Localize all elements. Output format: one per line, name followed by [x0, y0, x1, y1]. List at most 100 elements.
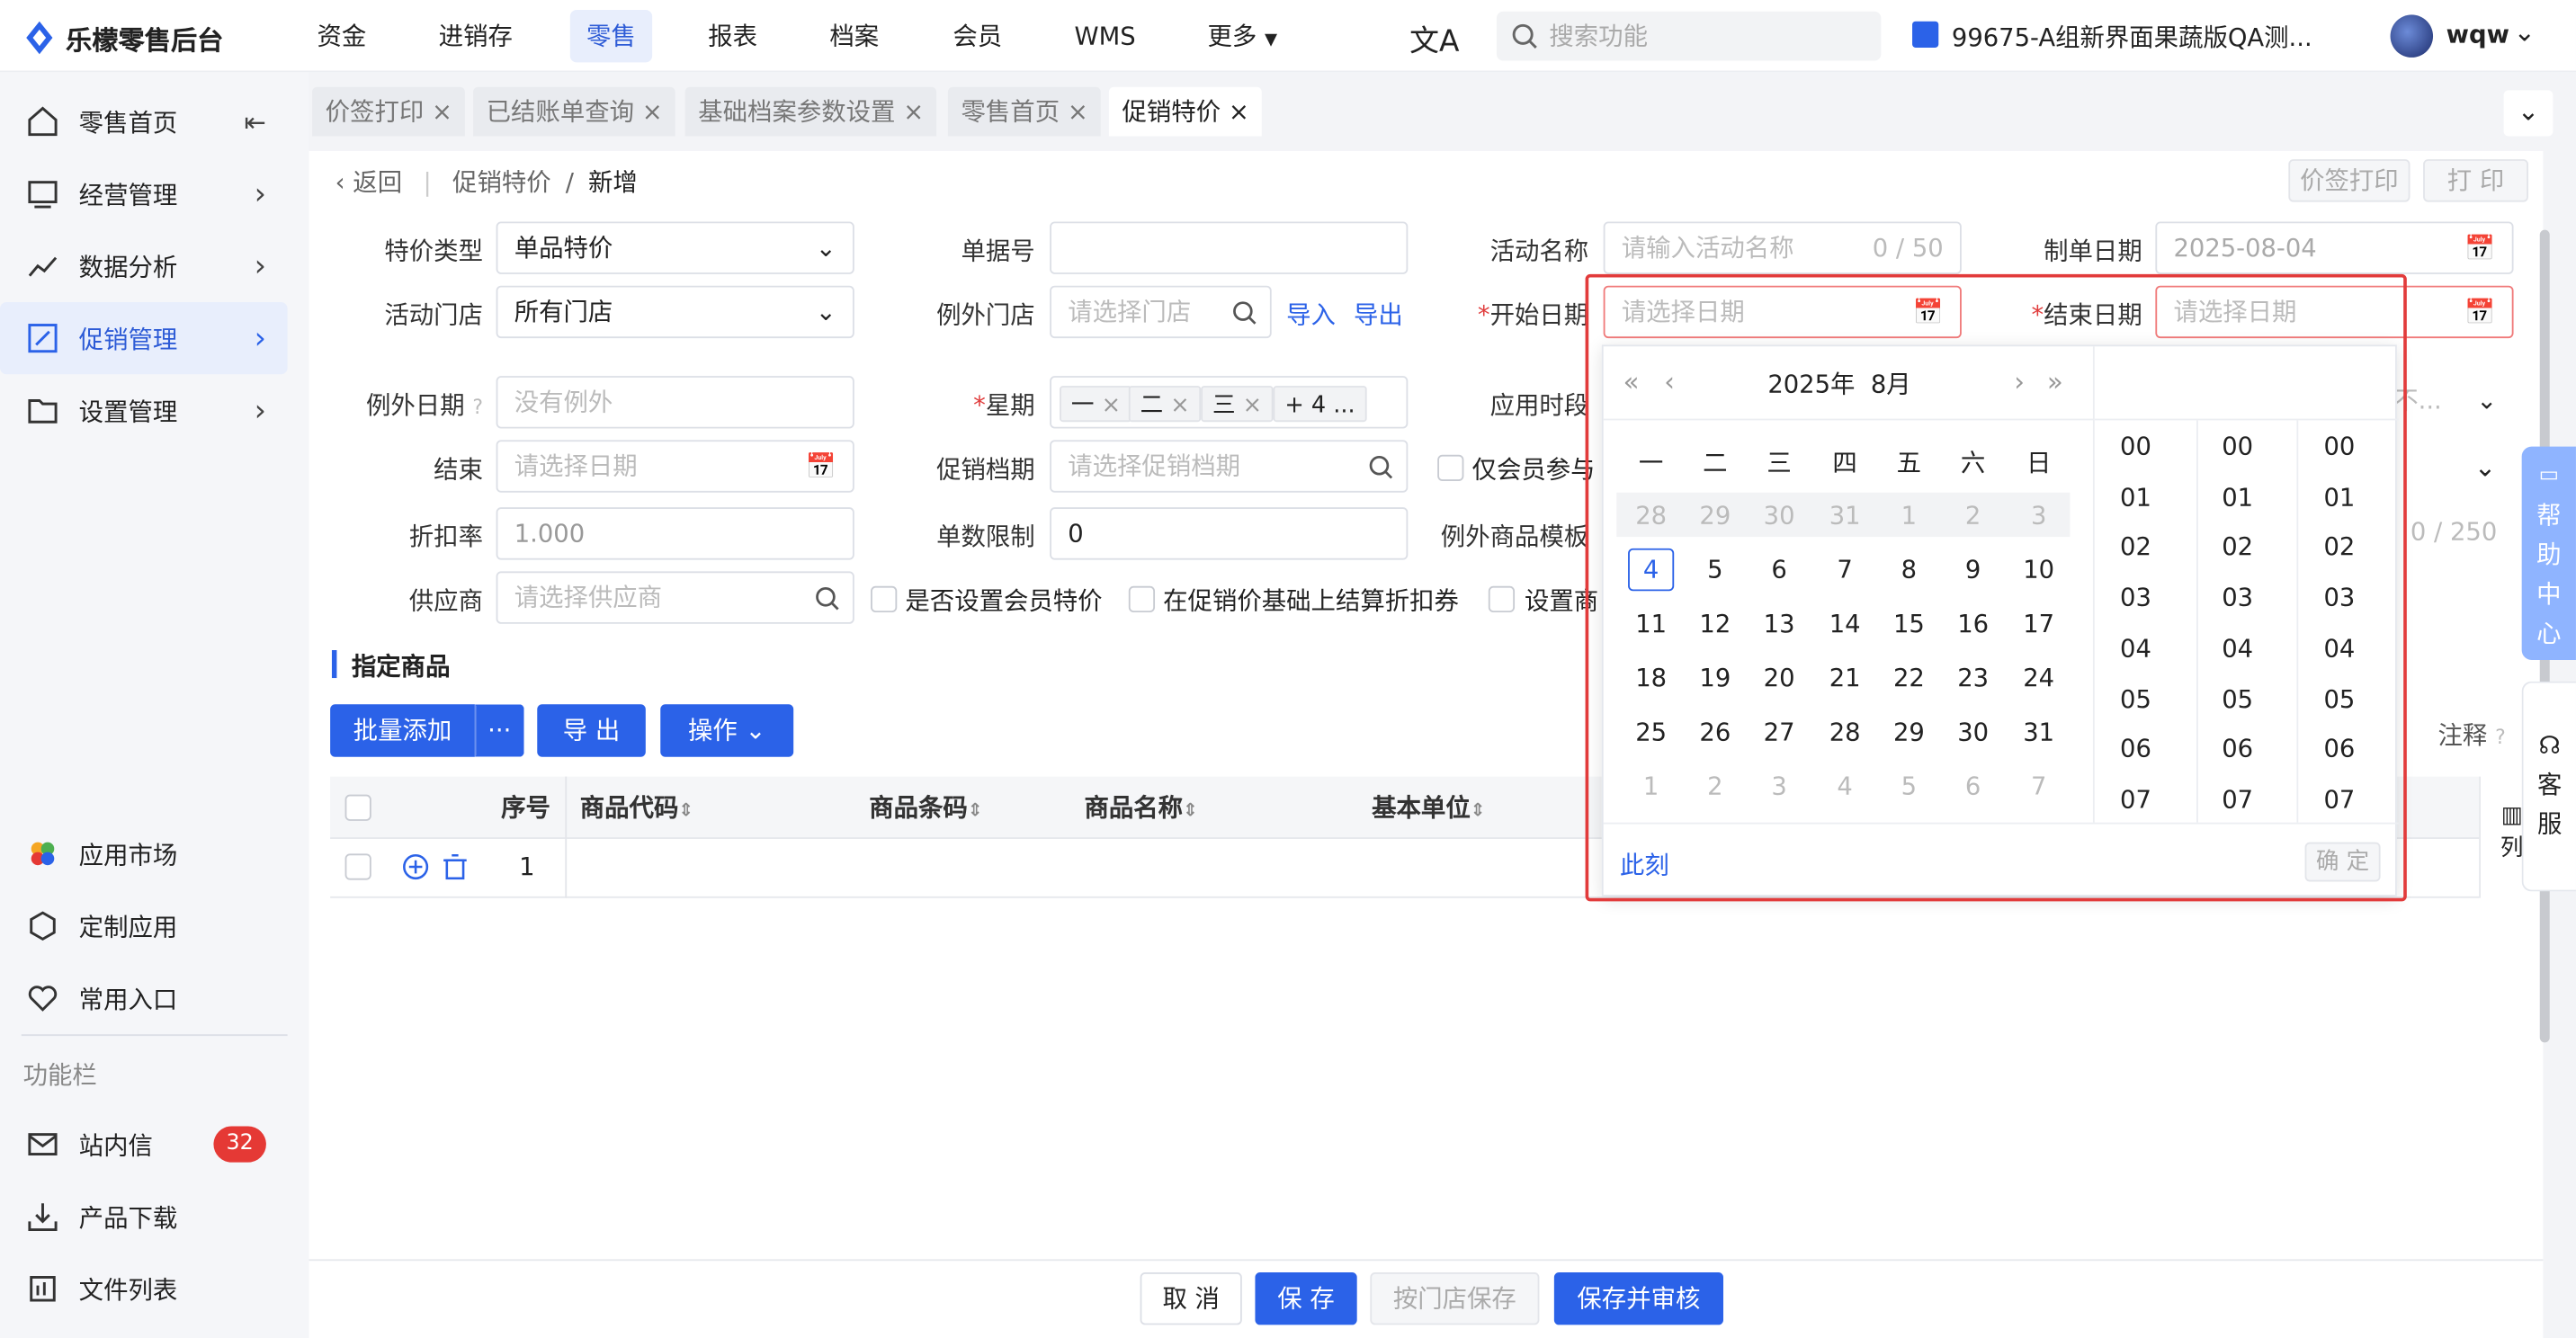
close-icon[interactable]: ×	[432, 97, 452, 127]
prev-month-icon[interactable]: ‹	[1664, 366, 1675, 397]
import-link[interactable]: 导入	[1286, 297, 1336, 331]
back-link[interactable]: 返回	[353, 167, 402, 197]
picker-month-title[interactable]: 2025年 8月	[1767, 366, 1910, 400]
nav-inventory[interactable]: 进销存	[422, 10, 529, 62]
breadcrumb-parent[interactable]: 促销特价	[452, 167, 551, 197]
calendar-day[interactable]: 4	[1628, 548, 1675, 592]
weekday-tag[interactable]: 二 ×	[1128, 386, 1202, 423]
calendar-day[interactable]: 6	[1950, 765, 1996, 807]
minute-option[interactable]: 04	[2196, 633, 2278, 663]
hour-option[interactable]: 01	[2095, 482, 2177, 512]
tab-basic-params[interactable]: 基础档案参数设置 ×	[684, 86, 937, 137]
export-button[interactable]: 导 出	[537, 704, 646, 757]
calendar-day[interactable]: 28	[1628, 495, 1674, 537]
weekday-tag[interactable]: 一 ×	[1060, 386, 1132, 423]
save-audit-button[interactable]: 保存并审核	[1553, 1271, 1723, 1325]
calendar-day[interactable]: 26	[1692, 711, 1738, 754]
calendar-day[interactable]: 24	[2016, 656, 2062, 699]
calendar-day[interactable]: 27	[1757, 711, 1802, 754]
calendar-day[interactable]: 4	[1822, 765, 1868, 807]
member-price-checkbox[interactable]	[871, 585, 898, 613]
calendar-day[interactable]: 16	[1950, 602, 1996, 645]
close-icon[interactable]: ×	[1102, 392, 1121, 418]
type-select[interactable]: 单品特价 ⌄	[496, 221, 854, 274]
sidebar-item-app-market[interactable]: 应用市场	[0, 817, 309, 889]
except-store-input[interactable]: 请选择门店	[1050, 285, 1272, 339]
minute-option[interactable]: 02	[2196, 532, 2278, 562]
column-header-barcode[interactable]: 商品条码⇕	[869, 777, 982, 839]
sidebar-item-promotions[interactable]: 促销管理 ›	[0, 301, 288, 375]
calendar-day[interactable]: 11	[1628, 602, 1674, 645]
calendar-day[interactable]: 6	[1757, 549, 1802, 591]
member-only-checkbox[interactable]	[1437, 454, 1464, 481]
translate-icon[interactable]: 文A	[1409, 18, 1459, 60]
close-icon[interactable]: ×	[1229, 97, 1249, 127]
close-icon[interactable]: ×	[1243, 392, 1262, 418]
close-icon[interactable]: ×	[642, 97, 663, 127]
app-logo[interactable]: 乐檬零售后台	[23, 18, 224, 58]
minute-option[interactable]: 00	[2196, 432, 2278, 461]
calendar-day[interactable]: 14	[1822, 602, 1868, 645]
second-option[interactable]: 02	[2298, 532, 2380, 562]
nav-more[interactable]: 更多 ▼	[1191, 10, 1293, 62]
collapse-icon[interactable]: ⇤	[244, 106, 265, 138]
chevron-down-icon[interactable]: ⌄	[2514, 16, 2536, 48]
sidebar-item-settings[interactable]: 设置管理 ›	[0, 374, 309, 446]
minute-option[interactable]: 01	[2196, 482, 2278, 512]
calendar-day[interactable]: 8	[1886, 549, 1932, 591]
sidebar-item-retail-home[interactable]: 零售首页 ⇤	[0, 85, 309, 157]
sidebar-item-analytics[interactable]: 数据分析 ›	[0, 230, 309, 302]
calendar-day[interactable]: 2	[1950, 495, 1996, 537]
column-header-name[interactable]: 商品名称⇕	[1084, 777, 1197, 839]
second-option[interactable]: 05	[2298, 683, 2380, 713]
search-icon[interactable]	[1232, 300, 1257, 325]
calendar-day[interactable]: 5	[1692, 549, 1738, 591]
calendar-day[interactable]: 19	[1692, 656, 1738, 699]
nav-funds[interactable]: 资金	[300, 10, 382, 62]
hour-option[interactable]: 05	[2095, 683, 2177, 713]
weekday-more-tag[interactable]: + 4 ...	[1273, 386, 1367, 423]
second-option[interactable]: 00	[2298, 432, 2380, 461]
hour-option[interactable]: 04	[2095, 633, 2177, 663]
help-center-tab[interactable]: ▭ 帮 助 中 心	[2521, 446, 2576, 660]
save-button[interactable]: 保 存	[1255, 1271, 1357, 1325]
store-selector[interactable]: 99675-A组新界面果蔬版QA测...	[1952, 20, 2312, 54]
calendar-day[interactable]: 1	[1628, 765, 1674, 807]
print-button[interactable]: 打 印	[2423, 159, 2528, 202]
trash-icon[interactable]	[442, 853, 468, 880]
sidebar-item-messages[interactable]: 站内信 32	[0, 1108, 309, 1180]
hour-option[interactable]: 03	[2095, 583, 2177, 612]
select-all-checkbox[interactable]	[344, 794, 371, 821]
end-date-input[interactable]: 请选择日期 📅	[2155, 285, 2514, 339]
tab-promotion-price[interactable]: 促销特价 ×	[1108, 86, 1263, 137]
limit-input[interactable]: 0	[1050, 507, 1409, 560]
calendar-day[interactable]: 25	[1628, 711, 1674, 754]
hour-option[interactable]: 00	[2095, 432, 2177, 461]
second-option[interactable]: 07	[2298, 785, 2380, 815]
end-date2-input[interactable]: 请选择日期 📅	[496, 440, 854, 493]
calendar-day[interactable]: 10	[2016, 549, 2062, 591]
nav-member[interactable]: 会员	[936, 10, 1018, 62]
store-select[interactable]: 所有门店 ⌄	[496, 285, 854, 339]
customer-service-tab[interactable]: ☊ 客 服	[2521, 681, 2576, 892]
calendar-day[interactable]: 1	[1886, 495, 1932, 537]
calendar-day[interactable]: 31	[2016, 711, 2062, 754]
note-toggle[interactable]: 注释 ?	[2438, 718, 2506, 752]
supplier-input[interactable]: 请选择供应商	[496, 571, 854, 624]
next-month-icon[interactable]: ›	[2014, 366, 2025, 397]
nav-wms[interactable]: WMS	[1058, 10, 1152, 62]
close-icon[interactable]: ×	[1068, 97, 1088, 127]
calendar-day[interactable]: 17	[2016, 602, 2062, 645]
second-option[interactable]: 03	[2298, 583, 2380, 612]
calendar-day[interactable]: 13	[1757, 602, 1802, 645]
help-circle-icon[interactable]: ?	[472, 396, 483, 419]
discount-input[interactable]: 1.000	[496, 507, 854, 560]
operations-button[interactable]: 操作 ⌄	[660, 704, 794, 757]
calendar-day[interactable]: 5	[1886, 765, 1932, 807]
add-circle-icon[interactable]	[402, 853, 429, 880]
column-header-unit[interactable]: 基本单位⇕	[1372, 777, 1485, 839]
sidebar-item-favorites[interactable]: 常用入口	[0, 962, 309, 1034]
calendar-day[interactable]: 15	[1886, 602, 1932, 645]
calendar-day[interactable]: 18	[1628, 656, 1674, 699]
calendar-day[interactable]: 3	[2016, 495, 2062, 537]
